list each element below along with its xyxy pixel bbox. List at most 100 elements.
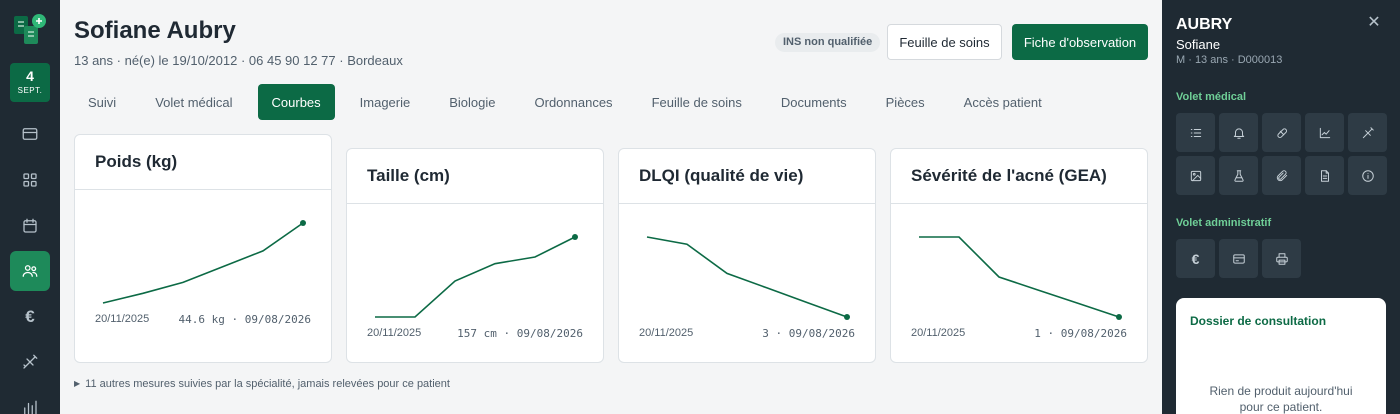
curve-card-gea[interactable]: Sévérité de l'acné (GEA) 20/11/2025 1 · … <box>890 148 1148 363</box>
observation-sheet-button[interactable]: Fiche d'observation <box>1012 24 1148 60</box>
tab-pieces[interactable]: Pièces <box>872 84 939 120</box>
app-logo-icon[interactable] <box>12 12 48 48</box>
syringe-icon <box>23 354 38 369</box>
curve-last-value: 44.6 kg · 09/08/2026 <box>178 313 311 326</box>
today-day: 4 <box>26 68 34 84</box>
tool-info-button[interactable] <box>1348 156 1387 195</box>
tool-documents-button[interactable] <box>1305 156 1344 195</box>
curve-title: Sévérité de l'acné (GEA) <box>911 166 1107 185</box>
patient-meta: 13 ans · né(e) le 19/10/2012 · 06 45 90 … <box>74 53 403 68</box>
tab-courbes[interactable]: Courbes <box>257 84 335 120</box>
credit-card-icon <box>22 128 38 140</box>
printer-icon <box>1275 252 1288 265</box>
users-icon <box>22 265 38 277</box>
triangle-right-icon: ▶ <box>74 379 81 388</box>
today-date[interactable]: 4 SEPT. <box>10 63 50 102</box>
panel-last-name: AUBRY <box>1176 16 1233 33</box>
tool-history-button[interactable] <box>1176 113 1215 152</box>
curve-last-point <box>1116 314 1122 320</box>
rail-vaccines-button[interactable] <box>10 342 50 382</box>
ins-status-badge: INS non qualifiée <box>775 33 881 52</box>
curve-title: Poids (kg) <box>95 152 178 171</box>
card-divider <box>75 189 331 190</box>
curve-last-value: 1 · 09/08/2026 <box>1034 327 1127 340</box>
rail-patients-button[interactable] <box>10 251 50 291</box>
main-area: Sofiane Aubry 13 ans · né(e) le 19/10/20… <box>60 0 1162 414</box>
curve-line <box>375 236 576 318</box>
curve-sparkline <box>375 234 578 318</box>
list-icon <box>1190 128 1201 137</box>
syringe-icon <box>1362 126 1374 138</box>
credit-card-icon <box>1232 253 1245 264</box>
image-icon <box>1190 170 1201 181</box>
tool-curves-button[interactable] <box>1305 113 1344 152</box>
panel-first-name: Sofiane <box>1176 37 1221 52</box>
curve-line <box>102 222 304 304</box>
curve-sparkline <box>102 220 306 304</box>
curve-last-point <box>300 220 306 226</box>
admin-section-title: Volet administratif <box>1176 217 1272 229</box>
curve-card-height[interactable]: Taille (cm) 20/11/2025 157 cm · 09/08/20… <box>346 148 604 363</box>
tool-card-button[interactable] <box>1219 239 1258 278</box>
rail-finance-button[interactable]: € <box>10 297 50 337</box>
card-divider <box>891 203 1147 204</box>
tab-ordonnances[interactable]: Ordonnances <box>521 84 627 120</box>
curve-start-date: 20/11/2025 <box>911 327 966 339</box>
tool-alerts-button[interactable] <box>1219 113 1258 152</box>
bar-chart-icon <box>24 400 37 414</box>
patient-side-panel: AUBRY Sofiane M · 13 ans · D000013 ✕ Vol… <box>1162 0 1400 414</box>
euro-icon: € <box>25 307 35 326</box>
grid-icon <box>23 173 37 187</box>
curve-card-dlqi[interactable]: DLQI (qualité de vie) 20/11/2025 3 · 09/… <box>618 148 876 363</box>
curve-last-value: 3 · 09/08/2026 <box>762 327 855 340</box>
tab-acces-patient[interactable]: Accès patient <box>950 84 1056 120</box>
rail-calendar-button[interactable] <box>10 206 50 246</box>
curve-start-date: 20/11/2025 <box>95 313 150 325</box>
tab-feuille-de-soins[interactable]: Feuille de soins <box>638 84 756 120</box>
info-icon <box>1361 169 1374 182</box>
more-measures-toggle[interactable]: ▶ 11 autres mesures suivies par la spécia… <box>74 378 450 390</box>
today-month: SEPT. <box>17 86 43 95</box>
tool-vaccines-button[interactable] <box>1348 113 1387 152</box>
curve-sparkline <box>646 236 850 320</box>
dossier-title: Dossier de consultation <box>1190 314 1327 328</box>
tab-suivi[interactable]: Suivi <box>74 84 130 120</box>
bell-icon <box>1233 127 1244 139</box>
rail-stats-button[interactable] <box>10 388 50 414</box>
tool-fees-button[interactable]: € <box>1176 239 1215 278</box>
patient-name: Sofiane Aubry <box>74 17 236 44</box>
curve-title: DLQI (qualité de vie) <box>639 166 804 185</box>
curve-card-weight[interactable]: Poids (kg) 20/11/2025 44.6 kg · 09/08/20… <box>74 134 332 363</box>
tool-imaging-button[interactable] <box>1176 156 1215 195</box>
paperclip-icon <box>1276 169 1287 181</box>
consultation-dossier: Dossier de consultation Rien de produit … <box>1176 298 1386 414</box>
curve-last-point <box>844 314 850 320</box>
tab-biologie[interactable]: Biologie <box>435 84 509 120</box>
euro-icon: € <box>1191 250 1200 267</box>
tool-print-button[interactable] <box>1262 239 1301 278</box>
rail-dashboard-button[interactable] <box>10 160 50 200</box>
calendar-icon <box>23 218 37 233</box>
flask-icon <box>1233 169 1244 182</box>
curve-last-point <box>572 234 578 240</box>
care-sheet-button[interactable]: Feuille de soins <box>887 24 1002 60</box>
rail-billing-button[interactable] <box>10 114 50 154</box>
left-rail: 4 SEPT. € <box>0 0 60 414</box>
more-measures-label: 11 autres mesures suivies par la spécial… <box>85 378 450 390</box>
medical-section-title: Volet médical <box>1176 91 1247 103</box>
tool-attachments-button[interactable] <box>1262 156 1301 195</box>
chart-line-icon <box>1319 127 1330 138</box>
tool-biology-button[interactable] <box>1219 156 1258 195</box>
tab-documents[interactable]: Documents <box>767 84 861 120</box>
dossier-empty-message: Rien de produit aujourd'hui pour ce pati… <box>1209 384 1353 414</box>
curve-last-value: 157 cm · 09/08/2026 <box>457 327 583 340</box>
tab-volet-medical[interactable]: Volet médical <box>141 84 246 120</box>
curve-start-date: 20/11/2025 <box>367 327 422 339</box>
tool-treatments-button[interactable] <box>1262 113 1301 152</box>
card-divider <box>347 203 603 204</box>
close-icon[interactable]: ✕ <box>1365 14 1383 32</box>
curve-line <box>646 236 848 318</box>
curve-title: Taille (cm) <box>367 166 450 185</box>
tab-imagerie[interactable]: Imagerie <box>346 84 425 120</box>
card-divider <box>619 203 875 204</box>
